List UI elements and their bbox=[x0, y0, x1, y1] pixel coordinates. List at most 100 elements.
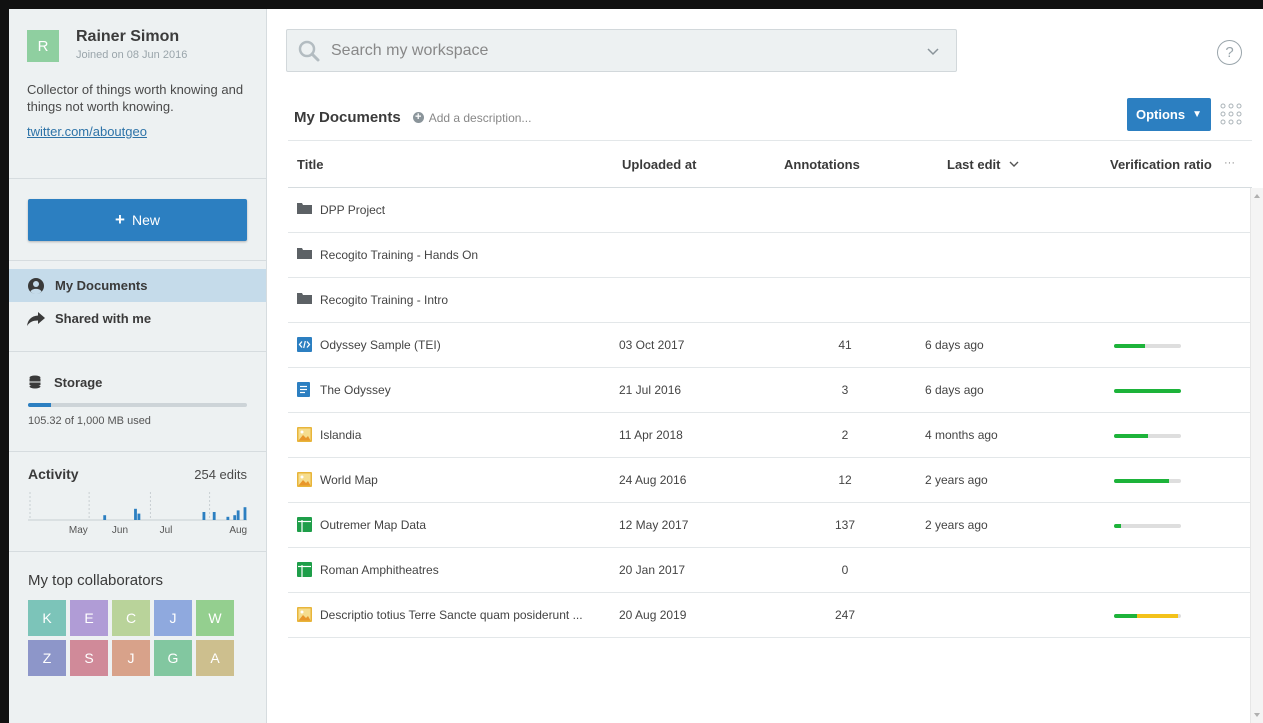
row-uploaded: 12 May 2017 bbox=[619, 518, 689, 532]
user-circle-icon bbox=[26, 276, 46, 296]
sort-chevron-icon bbox=[1009, 161, 1019, 167]
row-uploaded: 24 Aug 2016 bbox=[619, 473, 687, 487]
storage-title: Storage bbox=[54, 374, 103, 390]
activity-month-label: Jul bbox=[160, 525, 173, 536]
search-icon bbox=[298, 40, 320, 61]
activity-bar bbox=[134, 508, 137, 520]
image-icon bbox=[297, 427, 312, 442]
row-annotations: 0 bbox=[841, 563, 849, 577]
row-last-edit: 6 days ago bbox=[925, 383, 984, 397]
collaborator-avatar[interactable]: W bbox=[196, 600, 234, 636]
database-icon bbox=[28, 372, 42, 392]
add-description-link[interactable]: + Add a description... bbox=[412, 111, 531, 125]
activity-bar bbox=[103, 515, 107, 520]
user-name[interactable]: Rainer Simon bbox=[76, 27, 187, 47]
activity-bar bbox=[202, 512, 206, 520]
row-title[interactable]: Outremer Map Data bbox=[320, 518, 610, 532]
table-row[interactable]: Roman Amphitheatres 20 Jan 2017 0 bbox=[288, 548, 1250, 593]
activity-month-label: May bbox=[69, 525, 88, 536]
row-title[interactable]: Odyssey Sample (TEI) bbox=[320, 338, 610, 352]
activity-chart: May Jun Jul Aug bbox=[28, 492, 247, 536]
table-row[interactable]: Descriptio totius Terre Sancte quam posi… bbox=[288, 593, 1250, 638]
new-button[interactable]: + New bbox=[28, 199, 247, 241]
verification-ratio-bar bbox=[1114, 434, 1181, 438]
row-title[interactable]: Islandia bbox=[320, 428, 610, 442]
row-uploaded: 20 Aug 2019 bbox=[619, 608, 687, 622]
row-title[interactable]: Recogito Training - Intro bbox=[320, 293, 610, 307]
scrollbar[interactable] bbox=[1250, 188, 1263, 723]
options-button[interactable]: Options ▼ bbox=[1127, 98, 1211, 131]
twitter-link[interactable]: twitter.com/aboutgeo bbox=[27, 124, 248, 139]
collaborator-avatar[interactable]: Z bbox=[28, 640, 66, 676]
collaborator-avatar[interactable]: S bbox=[70, 640, 108, 676]
verification-ratio-bar bbox=[1114, 524, 1181, 528]
activity-bar bbox=[137, 513, 141, 520]
table-row[interactable]: Recogito Training - Intro bbox=[288, 278, 1250, 323]
table-row[interactable]: Islandia 11 Apr 2018 2 4 months ago bbox=[288, 413, 1250, 458]
scroll-up-arrow-icon[interactable] bbox=[1254, 194, 1260, 198]
sidebar-item-label: Shared with me bbox=[55, 311, 152, 326]
code-file-icon bbox=[297, 337, 312, 352]
row-title[interactable]: World Map bbox=[320, 473, 610, 487]
column-uploaded[interactable]: Uploaded at bbox=[622, 157, 696, 172]
spreadsheet-icon bbox=[297, 562, 312, 577]
row-last-edit: 2 years ago bbox=[925, 518, 988, 532]
collaborator-avatar[interactable]: J bbox=[154, 600, 192, 636]
main-panel: ? My Documents + Add a description... Op… bbox=[268, 9, 1263, 723]
row-title[interactable]: Roman Amphitheatres bbox=[320, 563, 610, 577]
row-annotations: 2 bbox=[841, 428, 849, 442]
collaborator-avatar[interactable]: E bbox=[70, 600, 108, 636]
chevron-down-icon[interactable] bbox=[926, 44, 940, 58]
collaborator-avatar[interactable]: G bbox=[154, 640, 192, 676]
table-row[interactable]: Outremer Map Data 12 May 2017 137 2 years a… bbox=[288, 503, 1250, 548]
column-more-menu[interactable]: ··· bbox=[1224, 157, 1235, 169]
verification-verified-fill bbox=[1114, 389, 1181, 393]
column-last-edit-label: Last edit bbox=[947, 157, 1001, 172]
row-uploaded: 20 Jan 2017 bbox=[619, 563, 686, 577]
activity-bar bbox=[212, 512, 216, 520]
collaborator-avatar[interactable]: J bbox=[112, 640, 150, 676]
column-annotations[interactable]: Annotations bbox=[784, 157, 860, 172]
column-title[interactable]: Title bbox=[297, 157, 324, 172]
row-annotations: 137 bbox=[834, 518, 856, 532]
search-input[interactable] bbox=[331, 41, 891, 60]
documents-header: My Documents + Add a description... bbox=[294, 109, 531, 126]
page-title: My Documents bbox=[294, 109, 401, 126]
spreadsheet-icon bbox=[297, 517, 312, 532]
table-row[interactable]: Odyssey Sample (TEI) 03 Oct 2017 41 6 days … bbox=[288, 323, 1250, 368]
help-icon[interactable]: ? bbox=[1217, 40, 1242, 65]
verification-ratio-bar bbox=[1114, 479, 1181, 483]
table-row[interactable]: Recogito Training - Hands On bbox=[288, 233, 1250, 278]
new-button-label: New bbox=[131, 212, 160, 228]
scroll-down-arrow-icon[interactable] bbox=[1254, 713, 1260, 717]
activity-panel: Activity 254 edits May Jun Jul Aug bbox=[9, 452, 266, 552]
column-last-edit[interactable]: Last edit bbox=[947, 157, 1020, 172]
collaborator-avatar[interactable]: A bbox=[196, 640, 234, 676]
verification-ratio-bar bbox=[1114, 614, 1181, 618]
row-title[interactable]: DPP Project bbox=[320, 203, 610, 217]
sidebar-item-shared[interactable]: Shared with me bbox=[9, 302, 266, 335]
table-row[interactable]: The Odyssey 21 Jul 2016 3 6 days ago bbox=[288, 368, 1250, 413]
search-bar[interactable] bbox=[286, 29, 957, 72]
row-last-edit: 6 days ago bbox=[925, 338, 984, 352]
sidebar-item-label: My Documents bbox=[55, 278, 148, 293]
row-title[interactable]: The Odyssey bbox=[320, 383, 610, 397]
row-annotations: 3 bbox=[841, 383, 849, 397]
joined-date: Joined on 08 Jun 2016 bbox=[76, 49, 188, 61]
verification-verified-fill bbox=[1114, 479, 1169, 483]
table-row[interactable]: DPP Project bbox=[288, 188, 1250, 233]
verification-verified-fill bbox=[1114, 434, 1148, 438]
row-title[interactable]: Descriptio totius Terre Sancte quam posi… bbox=[320, 608, 610, 622]
collaborator-avatar[interactable]: K bbox=[28, 600, 66, 636]
folder-icon bbox=[297, 202, 312, 217]
row-title[interactable]: Recogito Training - Hands On bbox=[320, 248, 610, 262]
sidebar-item-my-documents[interactable]: My Documents bbox=[9, 269, 266, 302]
grid-view-icon[interactable] bbox=[1219, 102, 1243, 126]
avatar[interactable]: R bbox=[27, 30, 59, 62]
activity-bar bbox=[233, 515, 237, 520]
column-verification[interactable]: Verification ratio bbox=[1110, 157, 1212, 172]
row-annotations: 41 bbox=[838, 338, 852, 352]
activity-title: Activity bbox=[28, 466, 79, 482]
table-row[interactable]: World Map 24 Aug 2016 12 2 years ago bbox=[288, 458, 1250, 503]
collaborator-avatar[interactable]: C bbox=[112, 600, 150, 636]
